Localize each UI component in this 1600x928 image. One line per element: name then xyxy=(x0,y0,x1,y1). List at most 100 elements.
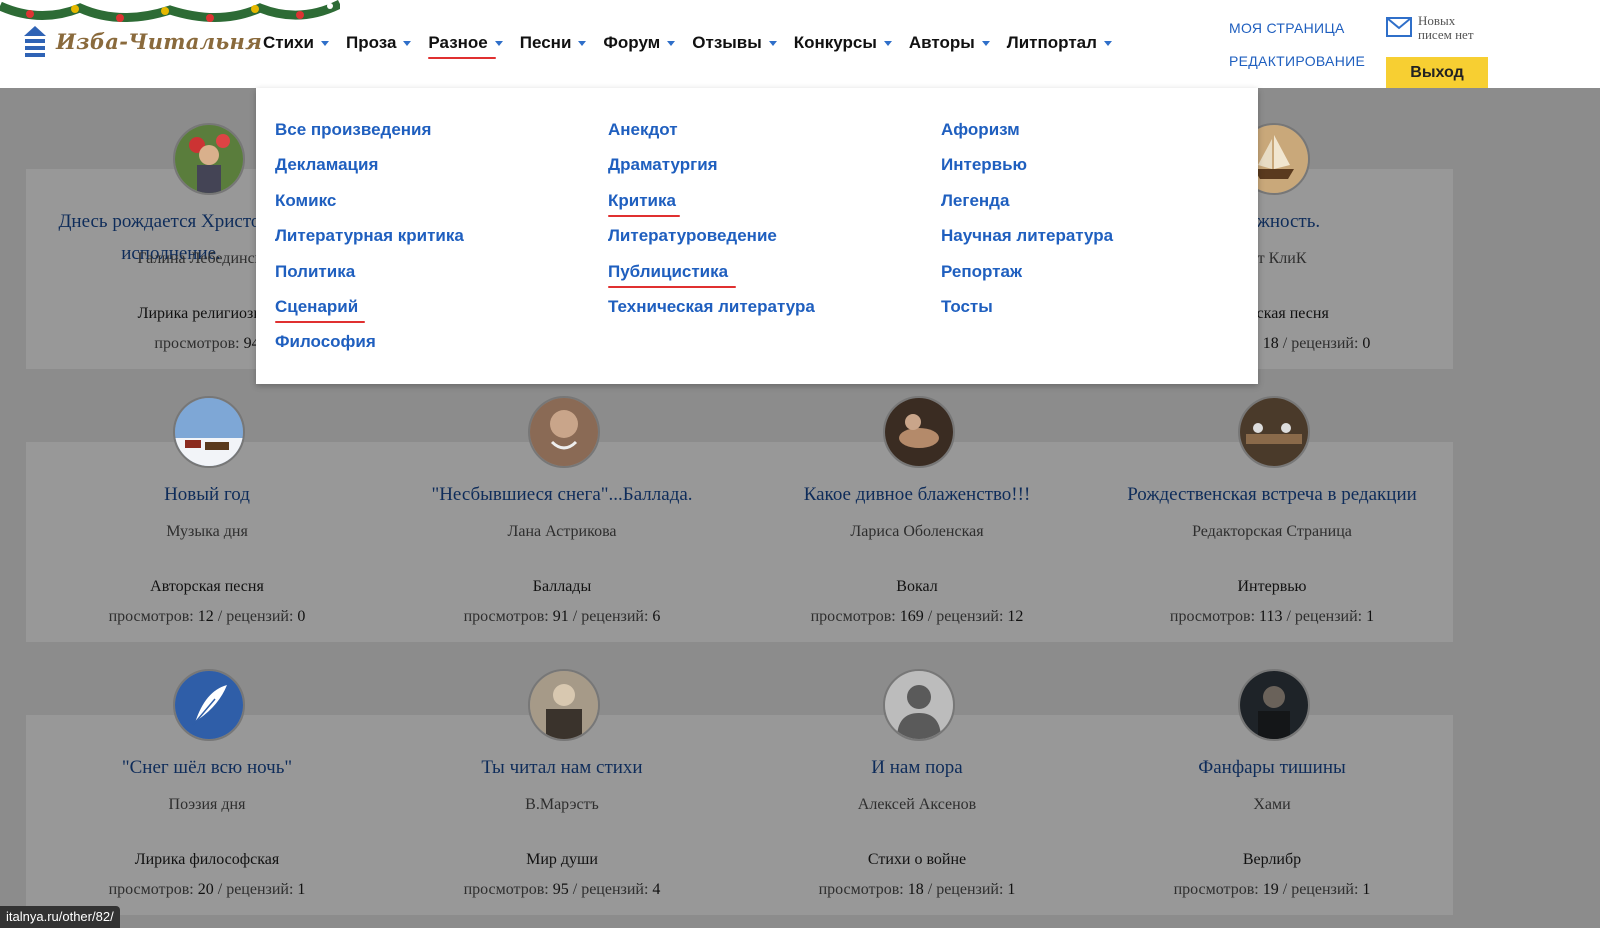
views-label: просмотров: xyxy=(463,881,549,898)
author-name[interactable]: В.Марэстъ xyxy=(381,796,743,814)
nav-item-otzyvy[interactable]: Отзывы xyxy=(692,33,777,53)
my-page-link[interactable]: МОЯ СТРАНИЦА xyxy=(1229,20,1365,36)
reviews-count: 1 xyxy=(1362,881,1371,898)
status-url: italnya.ru/other/82/ xyxy=(0,906,120,928)
dropdown-item[interactable]: Интервью xyxy=(941,153,1113,188)
author-name[interactable]: Музыка дня xyxy=(26,523,388,541)
logo-icon xyxy=(24,26,46,57)
author-avatar[interactable] xyxy=(173,669,245,741)
mail-notice[interactable]: Новых писем нет xyxy=(1386,14,1474,42)
envelope-icon xyxy=(1386,17,1412,37)
dropdown-item[interactable]: Публицистика xyxy=(608,260,815,295)
author-name[interactable]: Алексей Аксенов xyxy=(736,796,1098,814)
author-name[interactable]: Хами xyxy=(1091,796,1453,814)
dropdown-item[interactable]: Сценарий xyxy=(275,295,464,330)
work-stats: просмотров: 169 / рецензий: 12 xyxy=(810,608,1024,625)
work-card: Какое дивное блаженство!!! Лариса Оболенс… xyxy=(736,396,1098,642)
views-count: 91 xyxy=(552,608,569,625)
edit-link[interactable]: РЕДАКТИРОВАНИЕ xyxy=(1229,53,1365,69)
work-genre: Лирика философская xyxy=(134,851,280,868)
mail-status: Новых писем нет xyxy=(1418,14,1474,42)
work-title-link[interactable]: Какое дивное блаженство!!! xyxy=(736,479,1098,511)
views-count: 18 xyxy=(1262,335,1279,352)
work-genre: Авторская песня xyxy=(150,578,264,595)
dropdown-item[interactable]: Легенда xyxy=(941,189,1113,224)
caret-down-icon xyxy=(1103,40,1112,46)
work-title-link[interactable]: Рождественская встреча в редакции xyxy=(1091,479,1453,511)
work-title-link[interactable]: "Несбывшиеся снега"...Баллада. xyxy=(381,479,743,511)
nav-label: Форум xyxy=(603,33,661,52)
caret-down-icon xyxy=(578,40,587,46)
work-title-link[interactable]: Фанфары тишины xyxy=(1091,752,1453,784)
work-title-link[interactable]: Ты читал нам стихи xyxy=(381,752,743,784)
nav-item-konkursy[interactable]: Конкурсы xyxy=(794,33,892,53)
reviews-label: рецензий: xyxy=(1291,881,1359,898)
author-avatar[interactable] xyxy=(1238,396,1310,468)
dropdown-item[interactable]: Философия xyxy=(275,330,464,365)
work-stats: просмотров: 20 / рецензий: 1 xyxy=(108,881,306,898)
dropdown-item[interactable]: Научная литература xyxy=(941,224,1113,259)
dropdown-item[interactable]: Драматургия xyxy=(608,153,815,188)
dropdown-item[interactable]: Тосты xyxy=(941,295,1113,330)
work-title-link[interactable]: Новый год xyxy=(26,479,388,511)
site-logo[interactable]: Изба-Читальня xyxy=(22,24,262,58)
nav-item-litportal[interactable]: Литпортал xyxy=(1007,33,1112,53)
author-avatar[interactable] xyxy=(883,669,955,741)
nav-label: Разное xyxy=(428,33,488,52)
dropdown-item[interactable]: Репортаж xyxy=(941,260,1113,295)
spellcheck-underline xyxy=(608,285,736,288)
author-avatar[interactable] xyxy=(1238,669,1310,741)
reviews-count: 12 xyxy=(1007,608,1024,625)
reviews-label: рецензий: xyxy=(1291,335,1359,352)
nav-item-avtory[interactable]: Авторы xyxy=(909,33,990,53)
author-avatar[interactable] xyxy=(883,396,955,468)
nav-item-forum[interactable]: Форум xyxy=(603,33,676,53)
dropdown-column-3: Афоризм Интервью Легенда Научная литература… xyxy=(941,118,1113,330)
reviews-label: рецензий: xyxy=(226,608,294,625)
dropdown-item[interactable]: Политика xyxy=(275,260,464,295)
author-avatar[interactable] xyxy=(528,396,600,468)
dropdown-item[interactable]: Критика xyxy=(608,189,815,224)
nav-item-proza[interactable]: Проза xyxy=(346,33,412,53)
dropdown-item[interactable]: Афоризм xyxy=(941,118,1113,153)
work-card: "Снег шёл всю ночь" Поэзия дня Лирика фило… xyxy=(26,669,388,915)
work-card: Фанфары тишины Хами Верлибр просмотров: 19 … xyxy=(1091,669,1453,915)
dropdown-item[interactable]: Анекдот xyxy=(608,118,815,153)
dropdown-item[interactable]: Литературоведение xyxy=(608,224,815,259)
dropdown-item[interactable]: Литературная критика xyxy=(275,224,464,259)
nav-item-stihi[interactable]: Стихи xyxy=(263,33,329,53)
views-count: 18 xyxy=(907,881,924,898)
spellcheck-underline xyxy=(608,214,680,217)
views-label: просмотров: xyxy=(810,608,896,625)
dropdown-column-2: Анекдот Драматургия Критика Литературоведен… xyxy=(608,118,815,330)
spellcheck-underline xyxy=(275,320,365,323)
dropdown-item[interactable]: Все произведения xyxy=(275,118,464,153)
author-name[interactable]: Лариса Оболенская xyxy=(736,523,1098,541)
author-avatar[interactable] xyxy=(528,669,600,741)
nav-item-raznoe[interactable]: Разное xyxy=(428,33,503,59)
work-title-link[interactable]: "Снег шёл всю ночь" xyxy=(26,752,388,784)
author-avatar[interactable] xyxy=(173,396,245,468)
dropdown-item[interactable]: Комикс xyxy=(275,189,464,224)
work-stats: просмотров: 19 / рецензий: 1 xyxy=(1173,881,1371,898)
reviews-count: 4 xyxy=(652,881,661,898)
views-label: просмотров: xyxy=(1173,881,1259,898)
author-name[interactable]: Поэзия дня xyxy=(26,796,388,814)
scrollbar[interactable] xyxy=(1590,88,1600,928)
dropdown-item[interactable]: Декламация xyxy=(275,153,464,188)
caret-down-icon xyxy=(494,40,503,46)
mail-status-line: писем нет xyxy=(1418,27,1474,42)
author-avatar[interactable] xyxy=(173,123,245,195)
main-nav: Стихи Проза Разное Песни Форум Отзывы Ко… xyxy=(263,33,1129,59)
work-stats: просмотров: 91 / рецензий: 6 xyxy=(463,608,661,625)
author-name[interactable]: Лана Астрикова xyxy=(381,523,743,541)
author-name[interactable]: Редакторская Страница xyxy=(1091,523,1453,541)
work-title-link[interactable]: И нам пора xyxy=(736,752,1098,784)
nav-item-pesni[interactable]: Песни xyxy=(520,33,587,53)
dropdown-item[interactable]: Техническая литература xyxy=(608,295,815,330)
logout-button[interactable]: Выход xyxy=(1386,57,1488,88)
site-header: Изба-Читальня Стихи Проза Разное Песни Ф… xyxy=(0,0,1600,88)
work-card: Рождественская встреча в редакции Редакто… xyxy=(1091,396,1453,642)
views-count: 20 xyxy=(197,881,214,898)
reviews-label: рецензий: xyxy=(936,608,1004,625)
